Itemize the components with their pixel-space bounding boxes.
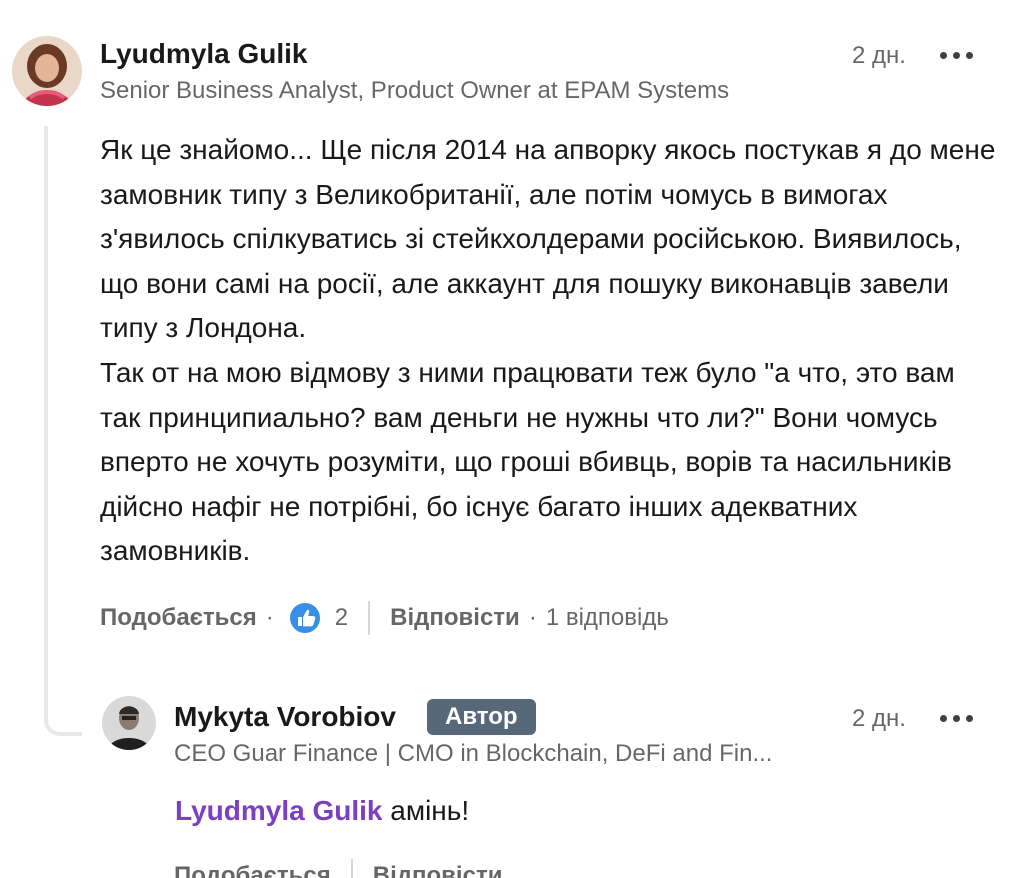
comments-section: Lyudmyla Gulik Senior Business Analyst, … — [0, 0, 1024, 878]
lyudmyla-avatar[interactable] — [12, 36, 82, 106]
reply-count[interactable]: 1 відповідь — [546, 604, 669, 632]
mykyta-avatar[interactable] — [102, 696, 156, 750]
comment-more-options-icon[interactable] — [938, 43, 978, 67]
actions-divider — [350, 859, 353, 878]
comment-body: Як це знайомо... Ще після 2014 на апворк… — [100, 128, 1000, 574]
separator-dot: · — [528, 604, 537, 631]
reply-body: Lyudmyla Gulik амінь! — [175, 791, 469, 831]
reply-like-button[interactable]: Подобається — [174, 862, 331, 878]
mention-link[interactable]: Lyudmyla Gulik — [175, 795, 382, 826]
reply-timestamp: 2 дн. — [852, 705, 906, 732]
reply-button[interactable]: Відповісти — [390, 604, 520, 632]
comment-actions: Подобається · 2 Відповісти · 1 відповідь — [100, 600, 669, 636]
comment-paragraph: Як це знайомо... Ще після 2014 на апворк… — [100, 134, 996, 344]
comment-author-headline: Senior Business Analyst, Product Owner a… — [100, 77, 730, 104]
reply-text: амінь! — [382, 795, 470, 826]
reply-author-headline: CEO Guar Finance | CMO in Blockchain, De… — [174, 740, 773, 767]
separator-dot: · — [265, 604, 274, 631]
thread-connector-line — [44, 126, 82, 736]
like-button[interactable]: Подобається — [100, 604, 257, 632]
comment-timestamp: 2 дн. — [852, 42, 906, 69]
reply-author-name[interactable]: Mykyta Vorobiov — [174, 701, 396, 733]
reply-reply-button[interactable]: Відповісти — [373, 862, 503, 878]
actions-divider — [368, 601, 371, 635]
thumbs-up-reaction-icon[interactable] — [289, 602, 321, 634]
comment-paragraph: Так от на мою відмову з ними працювати т… — [100, 356, 955, 567]
reply-more-options-icon[interactable] — [938, 706, 978, 730]
like-count[interactable]: 2 — [335, 604, 348, 632]
reply-actions: Подобається Відповісти — [174, 858, 502, 878]
comment-author-name[interactable]: Lyudmyla Gulik — [100, 38, 307, 70]
author-badge: Автор — [427, 699, 536, 735]
